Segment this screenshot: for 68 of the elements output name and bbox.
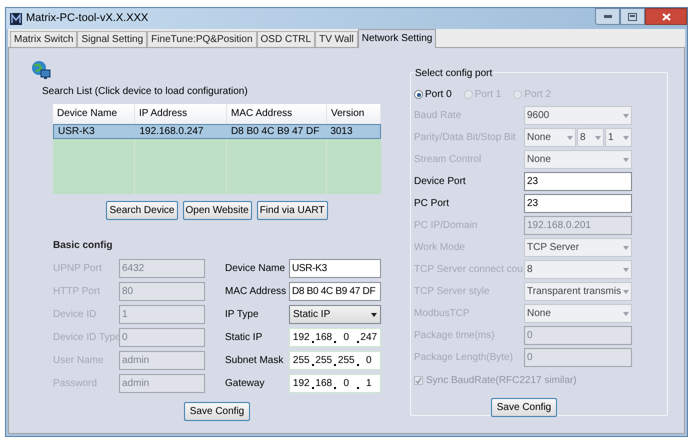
ip-address-field[interactable]: 192 168 0 247: [289, 328, 381, 347]
ip-address-field[interactable]: 192 168 0 1: [289, 374, 381, 393]
ip-octet: 255: [292, 354, 311, 368]
ip-octet: 0: [364, 354, 373, 368]
ip-octet: 0: [342, 377, 350, 391]
ip-octet: 168: [314, 331, 334, 345]
ip-octet: 1: [364, 377, 373, 391]
minimize-button[interactable]: [595, 8, 620, 25]
field-label: Static IP: [225, 331, 264, 345]
ip-octet: 255: [336, 354, 356, 368]
table-cell-text: 3013: [329, 125, 354, 138]
tab[interactable]: TV Wall: [315, 31, 358, 47]
input-field[interactable]: 23: [524, 194, 632, 213]
caret-icon: [371, 312, 377, 316]
ip-address-field[interactable]: 255 255 255 0: [289, 351, 381, 370]
caret-icon: [623, 136, 629, 140]
field-label: Subnet Mask: [225, 354, 284, 368]
tab[interactable]: OSD CTRL: [256, 31, 316, 47]
caret-icon: [623, 158, 629, 162]
open-website-button[interactable]: Open Website: [182, 201, 252, 220]
tab[interactable]: Signal Setting: [77, 31, 148, 47]
config-port-title: Select config port: [414, 66, 494, 81]
ip-octet: 192: [292, 377, 311, 391]
field-label: Device Port: [414, 175, 467, 189]
minimize-icon: [604, 15, 612, 18]
ip-octet: 255: [314, 354, 334, 368]
port-radio[interactable]: Port 0: [414, 87, 452, 102]
tab[interactable]: FineTune:PQ&Position: [147, 31, 257, 47]
tab[interactable]: Network Setting: [358, 29, 436, 48]
ip-type-dropdown[interactable]: Static IP: [289, 305, 381, 324]
table-cell-text: D8 B0 4C B9 47 DF: [230, 125, 320, 138]
maximize-icon: [628, 12, 637, 20]
basic-config-title: Basic config: [53, 239, 114, 253]
input-field[interactable]: USR-K3: [289, 259, 381, 278]
save-config-button[interactable]: Save Config: [184, 402, 250, 421]
globe-computer-icon: [31, 60, 51, 80]
find-via-uart-button[interactable]: Find via UART: [256, 201, 328, 220]
tab[interactable]: Matrix Switch: [10, 31, 78, 47]
search-list-title: Search List (Click device to load configuration): [42, 85, 249, 99]
app-logo-icon: [10, 12, 22, 24]
ip-octet: 192: [292, 331, 311, 345]
caret-icon: [623, 290, 629, 294]
field-label: Device Name: [225, 262, 286, 276]
table-cell-text: USR-K3: [57, 125, 96, 138]
field-label: Gateway: [225, 377, 266, 391]
field-label: IP Type: [225, 308, 260, 322]
window-title: Matrix-PC-tool-vX.X.XXX: [26, 11, 148, 26]
save-config-button[interactable]: Save Config: [490, 398, 558, 417]
field-label: PC Port: [414, 197, 450, 211]
ip-octet: 168: [314, 377, 334, 391]
maximize-button[interactable]: [620, 8, 645, 25]
input-field[interactable]: D8 B0 4C B9 47 DF: [289, 282, 381, 301]
caret-icon: [595, 136, 601, 140]
table-cell-text: 192.168.0.247: [138, 125, 204, 138]
input-field[interactable]: 23: [524, 172, 632, 191]
ip-octet: 0: [342, 331, 350, 345]
caret-icon: [623, 114, 629, 118]
close-button[interactable]: [645, 8, 687, 25]
device-row[interactable]: USR-K3 192.168.0.247 D8 B0 4C B9 47 DF 3013: [53, 124, 381, 139]
search-device-button[interactable]: Search Device: [106, 201, 178, 220]
caret-icon: [623, 268, 629, 272]
checkbox-label: Sync BaudRate(RFC2217 similar): [426, 374, 577, 388]
close-icon: [662, 12, 670, 20]
field-label: MAC Address: [225, 285, 288, 299]
caret-icon: [567, 136, 573, 140]
caret-icon: [623, 312, 629, 316]
ip-octet: 247: [359, 331, 378, 345]
caret-icon: [623, 246, 629, 250]
